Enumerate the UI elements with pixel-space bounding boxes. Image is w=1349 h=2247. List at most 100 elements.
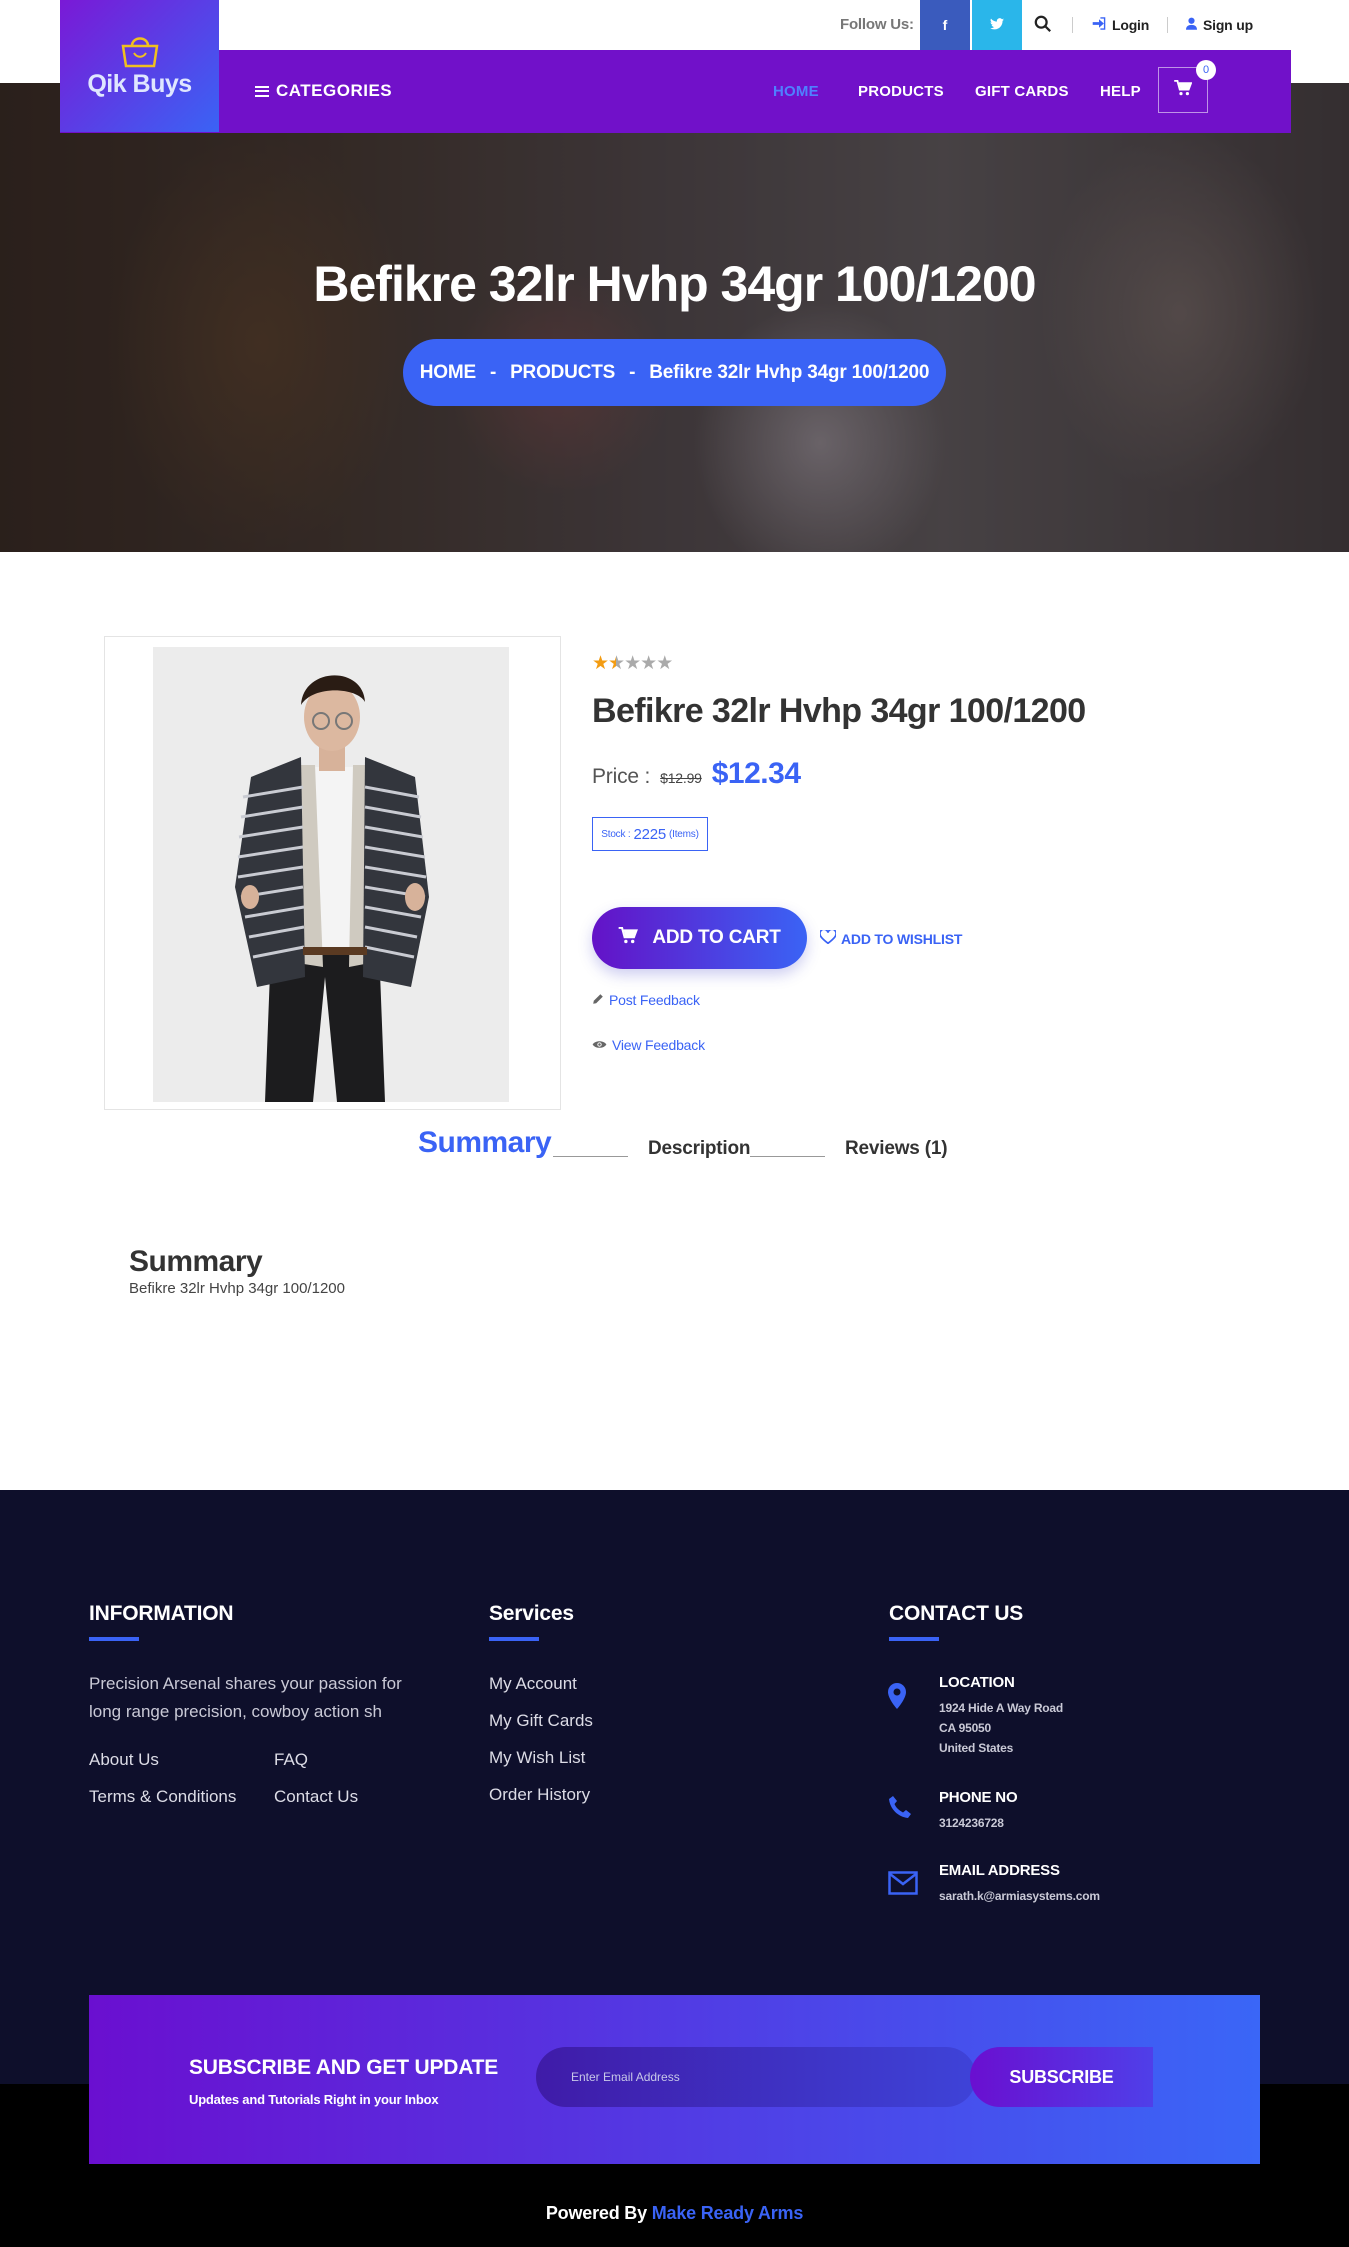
faq-link[interactable]: FAQ	[274, 1750, 308, 1770]
heading-underline	[489, 1637, 539, 1641]
information-heading: INFORMATION	[89, 1602, 234, 1625]
divider	[1072, 17, 1073, 33]
wishlist-label: ADD TO WISHLIST	[841, 930, 963, 947]
star-icon: ★	[592, 653, 609, 674]
price-row: Price : $12.99 $12.34	[592, 757, 801, 791]
twitter-icon	[990, 17, 1004, 33]
email-label: EMAIL ADDRESS	[939, 1862, 1060, 1879]
breadcrumb-separator: -	[489, 361, 497, 383]
shopping-bag-icon	[117, 34, 163, 68]
view-feedback-link[interactable]: View Feedback	[592, 1037, 705, 1053]
star-icon: ★	[640, 653, 657, 674]
subscribe-subtitle: Updates and Tutorials Right in your Inbo…	[189, 2092, 439, 2107]
nav-gift-cards[interactable]: GIFT CARDS	[975, 83, 1069, 100]
about-us-link[interactable]: About Us	[89, 1750, 159, 1770]
information-text: Precision Arsenal shares your passion fo…	[89, 1674, 402, 1721]
envelope-icon	[888, 1871, 918, 1899]
nav-help[interactable]: HELP	[1100, 83, 1141, 100]
my-wish-list-link[interactable]: My Wish List	[489, 1748, 585, 1768]
rating-stars: ★★★★★	[592, 652, 673, 675]
tab-divider	[750, 1156, 825, 1157]
facebook-icon: f	[942, 17, 948, 33]
menu-icon	[255, 85, 269, 97]
add-to-cart-button[interactable]: ADD TO CART	[592, 907, 807, 969]
add-to-wishlist-link[interactable]: ADD TO WISHLIST	[819, 928, 963, 947]
subscribe-banner: SUBSCRIBE AND GET UPDATE Updates and Tut…	[89, 1995, 1260, 2164]
post-feedback-label: Post Feedback	[609, 992, 700, 1008]
nav-home[interactable]: HOME	[773, 83, 819, 100]
main-nav: CATEGORIES HOME PRODUCTS GIFT CARDS HELP…	[60, 50, 1291, 133]
breadcrumb-separator: -	[629, 361, 636, 383]
breadcrumb: HOME - PRODUCTS - Befikre 32lr Hvhp 34gr…	[403, 339, 946, 406]
view-feedback-label: View Feedback	[612, 1037, 705, 1053]
logo[interactable]: Qik Buys	[60, 0, 219, 132]
address-line: CA 95050	[939, 1721, 991, 1735]
star-half-icon: ★	[608, 653, 625, 674]
powered-by: Powered By Make Ready Arms	[0, 2203, 1349, 2224]
categories-label: CATEGORIES	[276, 81, 393, 100]
divider	[1167, 17, 1168, 33]
post-feedback-link[interactable]: Post Feedback	[592, 992, 700, 1008]
subscribe-button[interactable]: SUBSCRIBE	[970, 2047, 1153, 2107]
breadcrumb-products[interactable]: PRODUCTS	[510, 362, 615, 384]
cart-icon	[1174, 79, 1193, 101]
order-history-link[interactable]: Order History	[489, 1785, 590, 1805]
star-icon: ★	[656, 653, 673, 674]
old-price: $12.99	[660, 770, 702, 786]
categories-menu[interactable]: CATEGORIES	[255, 81, 392, 101]
cart-icon	[618, 926, 639, 950]
my-account-link[interactable]: My Account	[489, 1674, 577, 1694]
product-image-frame	[104, 636, 561, 1110]
price-label: Price :	[592, 765, 651, 788]
tab-divider	[553, 1156, 628, 1157]
login-link[interactable]: Login	[1092, 17, 1149, 33]
nav-products[interactable]: PRODUCTS	[858, 83, 944, 100]
cart-button[interactable]: 0	[1158, 60, 1216, 113]
login-label: Login	[1112, 17, 1150, 33]
star-icon: ★	[624, 653, 641, 674]
page-title: Befikre 32lr Hvhp 34gr 100/1200	[313, 256, 1036, 312]
summary-text: Befikre 32lr Hvhp 34gr 100/1200	[129, 1280, 345, 1297]
product-title: Befikre 32lr Hvhp 34gr 100/1200	[592, 692, 1086, 730]
logo-text: Qik Buys	[87, 69, 192, 98]
location-label: LOCATION	[939, 1674, 1015, 1691]
breadcrumb-home[interactable]: HOME	[420, 362, 476, 384]
phone-label: PHONE NO	[939, 1789, 1018, 1806]
eye-icon	[592, 1037, 607, 1053]
signup-link[interactable]: Sign up	[1186, 17, 1253, 33]
contact-us-link[interactable]: Contact Us	[274, 1787, 358, 1807]
add-to-cart-label: ADD TO CART	[652, 927, 781, 948]
twitter-link[interactable]	[972, 0, 1022, 50]
stock-unit: (Items)	[669, 828, 699, 840]
powered-by-brand-link[interactable]: Make Ready Arms	[652, 2203, 804, 2223]
phone-icon	[888, 1795, 912, 1823]
terms-link[interactable]: Terms & Conditions	[89, 1787, 236, 1807]
follow-us-label: Follow Us:	[840, 16, 914, 33]
services-heading: Services	[489, 1602, 574, 1625]
user-icon	[1186, 17, 1197, 33]
email-link[interactable]: sarath.k@armiasystems.com	[939, 1889, 1100, 1903]
contact-heading: CONTACT US	[889, 1602, 1024, 1625]
facebook-link[interactable]: f	[920, 0, 970, 50]
tab-reviews[interactable]: Reviews (1)	[845, 1138, 948, 1160]
location-pin-icon	[888, 1683, 912, 1711]
signup-label: Sign up	[1203, 17, 1253, 33]
sign-in-icon	[1092, 17, 1106, 33]
tab-description[interactable]: Description	[648, 1138, 751, 1160]
search-icon[interactable]	[1034, 15, 1054, 35]
breadcrumb-current: Befikre 32lr Hvhp 34gr 100/1200	[649, 361, 930, 383]
stock-label: Stock :	[601, 828, 631, 840]
hero-banner: Befikre 32lr Hvhp 34gr 100/1200 HOME - P…	[0, 83, 1349, 552]
address-line: 1924 Hide A Way Road	[939, 1701, 1064, 1715]
product-image[interactable]	[153, 647, 509, 1102]
pencil-icon	[592, 992, 604, 1008]
address-line: United States	[939, 1741, 1014, 1755]
heading-underline	[89, 1637, 139, 1641]
my-gift-cards-link[interactable]: My Gift Cards	[489, 1711, 593, 1731]
subscribe-title: SUBSCRIBE AND GET UPDATE	[189, 2056, 499, 2079]
email-input[interactable]	[536, 2047, 976, 2107]
cart-count-badge: 0	[1196, 60, 1216, 80]
phone-number: 3124236728	[939, 1816, 1004, 1830]
heading-underline	[889, 1637, 939, 1641]
tab-summary[interactable]: Summary	[418, 1126, 552, 1160]
